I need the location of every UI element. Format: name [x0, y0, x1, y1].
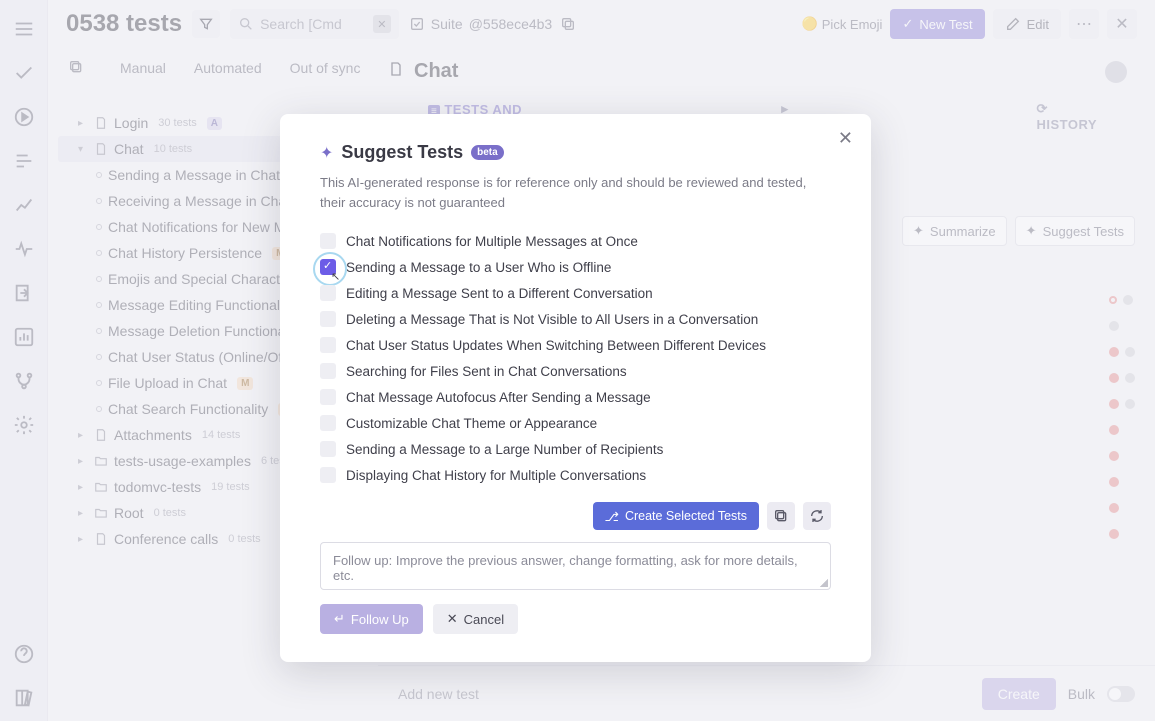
cancel-button[interactable]: ✕Cancel: [433, 604, 518, 634]
suggestion-item[interactable]: Editing a Message Sent to a Different Co…: [320, 280, 831, 306]
checkbox[interactable]: [320, 337, 336, 353]
beta-badge: beta: [471, 145, 504, 160]
suggestion-item[interactable]: Chat User Status Updates When Switching …: [320, 332, 831, 358]
checkbox[interactable]: [320, 233, 336, 249]
suggestion-item[interactable]: Chat Notifications for Multiple Messages…: [320, 228, 831, 254]
suggest-tests-modal: ✕ ✦ Suggest Tests beta This AI-generated…: [280, 114, 871, 662]
modal-close-button[interactable]: ✕: [838, 128, 853, 149]
suggestion-item[interactable]: Chat Message Autofocus After Sending a M…: [320, 384, 831, 410]
checkbox[interactable]: [320, 363, 336, 379]
create-selected-button[interactable]: ⎇Create Selected Tests: [593, 502, 759, 530]
branch-icon: ⎇: [605, 509, 619, 524]
cursor-icon: ↖: [331, 270, 340, 283]
close-icon: ✕: [447, 611, 458, 627]
checkbox[interactable]: [320, 441, 336, 457]
checkbox[interactable]: ↖: [320, 259, 336, 275]
suggestion-item[interactable]: Searching for Files Sent in Chat Convers…: [320, 358, 831, 384]
return-icon: ↵: [334, 611, 345, 627]
suggestion-item[interactable]: Deleting a Message That is Not Visible t…: [320, 306, 831, 332]
checkbox[interactable]: [320, 389, 336, 405]
suggestion-item[interactable]: Displaying Chat History for Multiple Con…: [320, 462, 831, 488]
suggestion-item[interactable]: ↖Sending a Message to a User Who is Offl…: [320, 254, 831, 280]
suggestion-item[interactable]: Customizable Chat Theme or Appearance: [320, 410, 831, 436]
checkbox[interactable]: [320, 285, 336, 301]
checkbox[interactable]: [320, 311, 336, 327]
follow-up-input[interactable]: Follow up: Improve the previous answer, …: [320, 542, 831, 590]
modal-disclaimer: This AI-generated response is for refere…: [320, 173, 831, 212]
modal-title: Suggest Tests: [341, 142, 463, 163]
suggestion-item[interactable]: Sending a Message to a Large Number of R…: [320, 436, 831, 462]
sparkle-icon: ✦: [320, 143, 333, 163]
checkbox[interactable]: [320, 415, 336, 431]
copy-button[interactable]: [767, 502, 795, 530]
refresh-button[interactable]: [803, 502, 831, 530]
checkbox[interactable]: [320, 467, 336, 483]
follow-up-button[interactable]: ↵Follow Up: [320, 604, 423, 634]
